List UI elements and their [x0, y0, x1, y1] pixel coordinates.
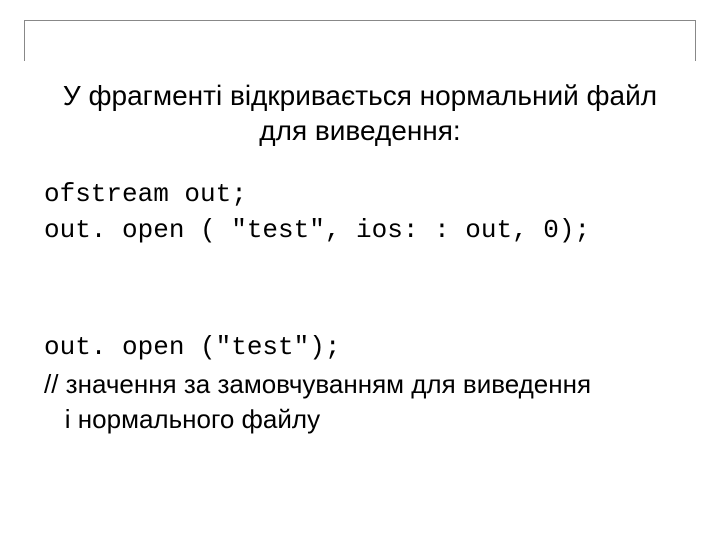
comment-line: // значення за замовчуванням для виведен… [44, 367, 676, 437]
comment-text-1: // значення за замовчуванням для виведен… [44, 369, 591, 399]
slide: У фрагменті відкривається нормальний фай… [0, 0, 720, 540]
comment-text-2: і нормального файлу [65, 404, 320, 434]
code-line: out. open ( "test", ios: : out, 0); [44, 212, 676, 248]
slide-content: У фрагменті відкривається нормальний фай… [44, 78, 676, 437]
slide-title: У фрагменті відкривається нормальний фай… [44, 78, 676, 148]
code-line: ofstream out; [44, 176, 676, 212]
title-line-1: У фрагменті відкривається нормальний фай… [63, 80, 657, 111]
decorative-frame [24, 20, 696, 61]
code-block-1: ofstream out; out. open ( "test", ios: :… [44, 176, 676, 249]
code-line: out. open ("test"); [44, 329, 676, 365]
code-block-2: out. open ("test"); // значення за замов… [44, 329, 676, 438]
title-line-2: для виведення: [259, 115, 460, 146]
